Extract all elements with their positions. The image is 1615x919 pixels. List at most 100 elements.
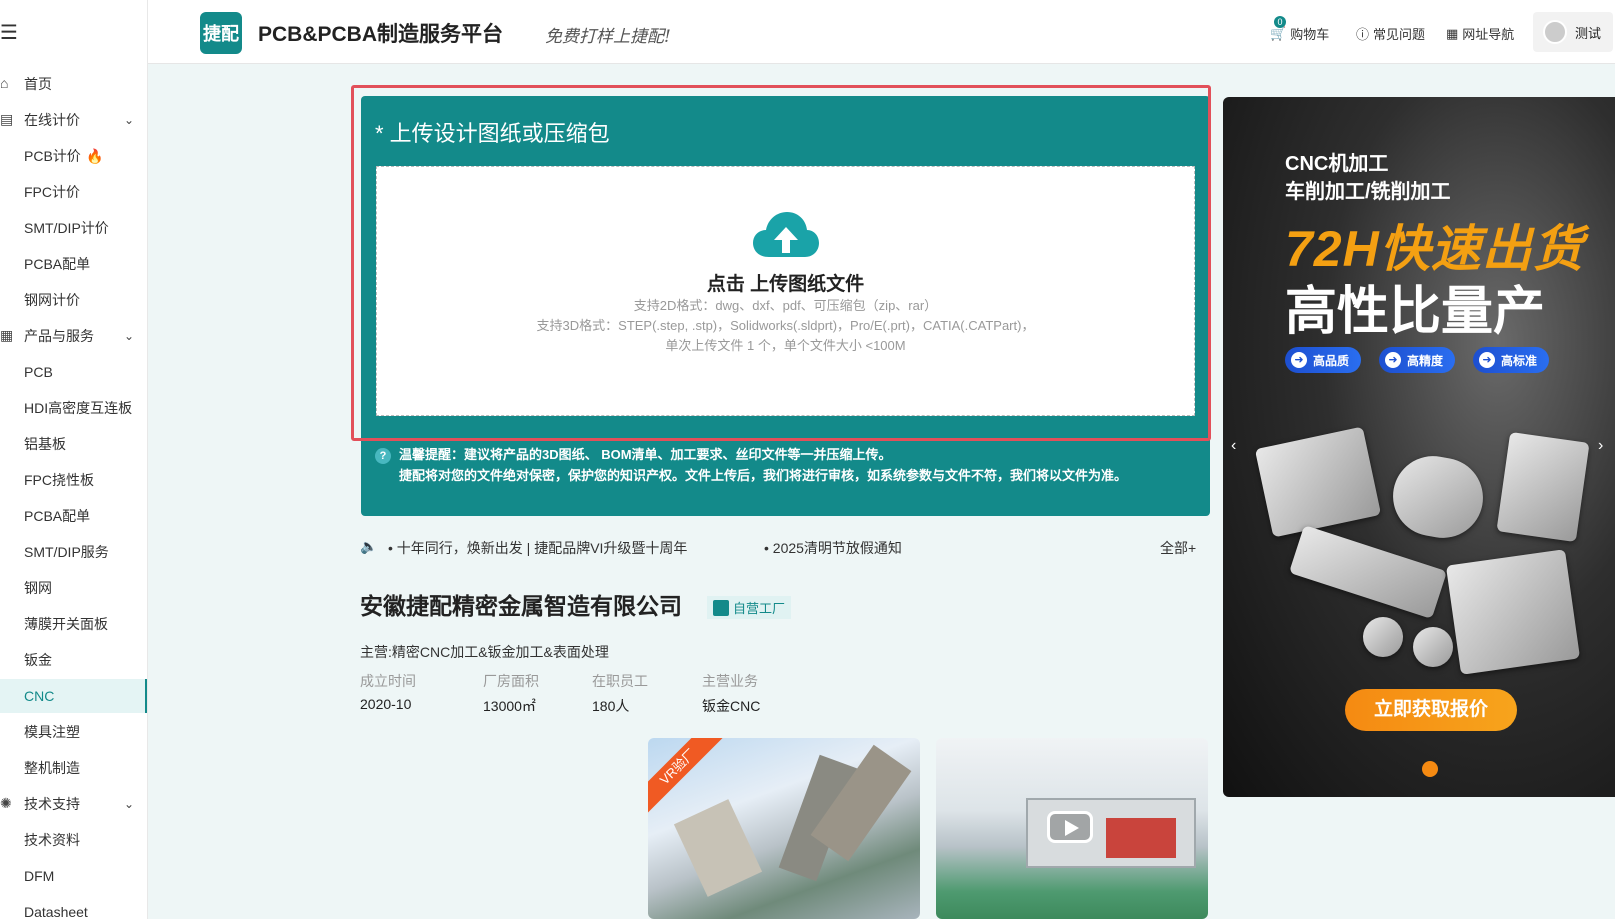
- site-nav-link[interactable]: ▦ 网址导航: [1446, 24, 1514, 43]
- sidebar-item[interactable]: SMT/DIP服务: [0, 535, 147, 569]
- sidebar-item[interactable]: 钢网计价: [0, 283, 147, 317]
- grid-icon: ▦: [1446, 25, 1459, 41]
- part-shape: [1386, 449, 1490, 545]
- sidebar-item[interactable]: FPC挠性板: [0, 463, 147, 497]
- banner-headline-2: 高性比量产: [1285, 283, 1546, 341]
- carousel-dot[interactable]: [1422, 761, 1438, 777]
- main-business: 主营:精密CNC加工&钣金加工&表面处理: [360, 644, 609, 660]
- sidebar-item-label: PCBA配单: [24, 256, 91, 272]
- vr-factory-photo[interactable]: VR验厂: [648, 738, 920, 919]
- upload-dropzone[interactable]: 点击 上传图纸文件 支持2D格式：dwg、dxf、pdf、可压缩包（zip、ra…: [376, 166, 1195, 416]
- notice-item[interactable]: • 十年同行，焕新出发 | 捷配品牌VI升级暨十周年: [388, 538, 687, 558]
- sidebar-item[interactable]: DFM: [0, 859, 147, 893]
- sidebar-item-label: FPC计价: [24, 184, 80, 200]
- sidebar-item[interactable]: 模具注塑: [0, 715, 147, 749]
- user-name: 测试: [1575, 25, 1602, 41]
- stat-label: 成立时间: [360, 673, 416, 689]
- chevron-down-icon[interactable]: ⌄: [124, 113, 134, 127]
- chevron-down-icon[interactable]: ⌄: [124, 329, 134, 343]
- sidebar-item[interactable]: 铝基板: [0, 427, 147, 461]
- sidebar-item[interactable]: PCBA配单: [0, 247, 147, 281]
- sidebar-item[interactable]: Datasheet: [0, 895, 147, 919]
- sidebar-item[interactable]: PCBA配单: [0, 499, 147, 533]
- question-circle-icon: ⓘ: [1356, 27, 1370, 42]
- promo-banner[interactable]: CNC机加工 车削加工/铣削加工 72H快速出货 高性比量产 ➜ 高品质 ➜ 高精度…: [1223, 97, 1615, 797]
- sidebar-item[interactable]: SMT/DIP计价: [0, 211, 147, 245]
- building-shape: [673, 799, 763, 897]
- sidebar-item[interactable]: 薄膜开关面板: [0, 607, 147, 641]
- sidebar-item[interactable]: ✺ 技术支持 ⌄: [0, 787, 147, 821]
- faq-label: 常见问题: [1373, 27, 1426, 42]
- sidebar-item[interactable]: ⌂ 首页: [0, 67, 147, 101]
- sidebar-item-label: 钢网计价: [24, 292, 80, 308]
- question-icon: ?: [375, 448, 391, 464]
- upload-title: * 上传设计图纸或压缩包: [375, 121, 610, 146]
- sidebar-item[interactable]: PCB: [0, 355, 147, 389]
- avatar: [1543, 20, 1567, 44]
- sidebar-item-label: 在线计价: [24, 112, 80, 128]
- sidebar-item[interactable]: ▤ 在线计价 ⌄: [0, 103, 147, 137]
- stat-label: 厂房面积: [483, 673, 539, 689]
- sidebar-item-label: 首页: [24, 76, 52, 92]
- company-name: 安徽捷配精密金属智造有限公司: [360, 593, 682, 619]
- banner-pill-label: 高品质: [1313, 353, 1350, 368]
- carousel-next-icon[interactable]: ›: [1598, 437, 1603, 455]
- arrow-right-icon: ➜: [1385, 352, 1401, 368]
- notice-item[interactable]: • 2025清明节放假通知: [764, 538, 902, 558]
- sidebar-item-label: 钢网: [24, 580, 52, 596]
- upload-limit: 单次上传文件 1 个，单个文件大小 <100M: [665, 338, 906, 353]
- sidebar-item[interactable]: FPC计价: [0, 175, 147, 209]
- banner-line-2: 车削加工/铣削加工: [1285, 181, 1451, 203]
- menu-icon[interactable]: ☰: [0, 20, 18, 45]
- faq-link[interactable]: ⓘ 常见问题: [1356, 24, 1425, 43]
- stat-label: 在职员工: [592, 673, 648, 689]
- sidebar-item[interactable]: HDI高密度互连板: [0, 391, 147, 425]
- stat-value: 钣金CNC: [702, 698, 761, 714]
- brand-title: PCB&PCBA制造服务平台: [258, 23, 504, 46]
- sidebar-item[interactable]: PCB计价 🔥: [0, 139, 147, 173]
- carousel-prev-icon[interactable]: ‹: [1231, 437, 1236, 455]
- sidebar-item[interactable]: CNC: [0, 679, 147, 713]
- part-shape: [1254, 426, 1382, 538]
- chevron-down-icon[interactable]: ⌄: [124, 797, 134, 811]
- banner-pill-label: 高标准: [1501, 353, 1538, 368]
- grid-icon: ▦: [0, 327, 14, 343]
- sidebar-item-label: SMT/DIP服务: [24, 544, 109, 560]
- sidebar-item-label: 整机制造: [24, 760, 80, 776]
- machine-shape: [1106, 818, 1176, 858]
- sidebar-item-label: 技术支持: [24, 796, 80, 812]
- sidebar-item-label: CNC: [24, 688, 55, 704]
- upload-format-3d: 支持3D格式：STEP(.step, .stp)，Solidworks(.sld…: [536, 318, 1035, 333]
- notices-all-link[interactable]: 全部+: [1160, 538, 1196, 558]
- factory-video-thumbnail[interactable]: [936, 738, 1208, 919]
- banner-pill-label: 高精度: [1407, 353, 1444, 368]
- get-quote-button[interactable]: 立即获取报价: [1345, 689, 1517, 731]
- speaker-icon: 🔈: [360, 538, 378, 554]
- sidebar-item-label: PCB: [24, 364, 53, 380]
- cart-link[interactable]: 🛒 0 购物车: [1270, 15, 1330, 43]
- sidebar-item[interactable]: 技术资料: [0, 823, 147, 857]
- sidebar-item[interactable]: 钣金: [0, 643, 147, 677]
- fire-icon: 🔥: [86, 147, 104, 164]
- sidebar-item[interactable]: ▦ 产品与服务 ⌄: [0, 319, 147, 353]
- tip-line-1: 温馨提醒：建议将产品的3D图纸、 BOM清单、加工要求、丝印文件等一并压缩上传。: [399, 447, 892, 462]
- user-menu[interactable]: 测试: [1533, 12, 1613, 52]
- logo[interactable]: 捷配: [200, 12, 242, 54]
- banner-pill: ➜ 高精度: [1379, 347, 1456, 373]
- sidebar-item[interactable]: 钢网: [0, 571, 147, 605]
- banner-line-1: CNC机加工: [1285, 153, 1389, 175]
- banner-pill: ➜ 高品质: [1285, 347, 1362, 373]
- play-icon[interactable]: [1047, 811, 1093, 843]
- cart-label: 购物车: [1290, 27, 1330, 42]
- sidebar-item-label: Datasheet: [24, 904, 88, 919]
- arrow-right-icon: ➜: [1479, 352, 1495, 368]
- home-icon: ⌂: [0, 75, 9, 91]
- sidebar: ☰ ⌂ 首页 ▤ 在线计价 ⌄ PCB计价 🔥 FPC计价 SMT/DIP计价 PCBA配单 钢网计…: [0, 0, 148, 919]
- sidebar-item-label: 模具注塑: [24, 724, 80, 740]
- sidebar-item-label: 产品与服务: [24, 328, 94, 344]
- calculator-icon: ▤: [0, 111, 14, 127]
- part-shape: [1445, 549, 1581, 675]
- sidebar-item[interactable]: 整机制造: [0, 751, 147, 785]
- stat-value: 2020-10: [360, 696, 412, 712]
- self-factory-badge: 自营工厂: [707, 596, 792, 619]
